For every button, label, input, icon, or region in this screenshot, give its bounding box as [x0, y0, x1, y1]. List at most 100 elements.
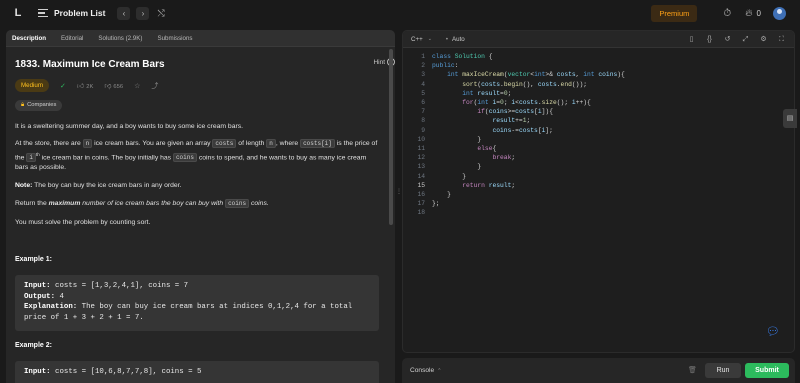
fullscreen-icon[interactable]: ⛶: [777, 35, 786, 44]
problem-tabs: Description Editorial Solutions (2.9K) S…: [6, 30, 395, 47]
line-number: 1: [421, 53, 425, 60]
save-icon: •: [445, 36, 449, 43]
trash-icon[interactable]: 🗑︎: [688, 366, 697, 374]
console-toggle[interactable]: Console ⌃: [410, 367, 441, 374]
code-line: sort(costs.begin(), costs.end());: [462, 80, 588, 88]
chat-assistant-icon[interactable]: 💬︎: [766, 326, 780, 339]
fire-icon[interactable]: 🔥︎: [745, 8, 752, 19]
text: Return the: [15, 200, 49, 207]
example-2-box: Input: costs = [10,6,8,7,7,8], coins = 5: [15, 361, 379, 383]
panel-resize-handle[interactable]: ⋮: [396, 188, 402, 198]
editor-header: C++ ⌄ • Auto ▯ {} ↺ ⤢ ⚙ ⛶: [403, 31, 794, 48]
reset-icon[interactable]: ↺: [723, 35, 732, 44]
next-problem-button[interactable]: ›: [136, 6, 150, 20]
problem-list-link[interactable]: Problem List: [54, 8, 105, 18]
code-costs: costs: [212, 139, 237, 148]
like-count: 2K: [86, 84, 94, 90]
code-line: }: [432, 172, 467, 180]
text: of length: [236, 140, 267, 147]
braces-icon[interactable]: {}: [705, 35, 714, 44]
code-costs-i: costs[i]: [300, 139, 335, 148]
dislike-button[interactable]: 👎︎ 656: [104, 81, 123, 90]
code-line: return result;: [462, 181, 516, 189]
line-number: 10: [417, 135, 425, 143]
share-icon[interactable]: ⤴: [151, 81, 158, 91]
line-number: 12: [417, 154, 425, 162]
line-number: 5: [421, 89, 425, 97]
shuffle-icon[interactable]: ⤭: [157, 8, 164, 19]
explanation-text: The boy can buy ice cream bars at indice…: [77, 303, 353, 311]
timer-icon[interactable]: ⏱: [723, 8, 731, 19]
code-n: n: [82, 139, 93, 148]
streak-count: 0: [756, 8, 761, 18]
note-paragraph: Note: The boy can buy the ice cream bars…: [15, 181, 381, 192]
output-value: 4: [55, 292, 64, 301]
code-coins: coins: [172, 152, 197, 162]
companies-tag[interactable]: 🔒︎ Companies: [15, 100, 63, 111]
code-line: class Solution {: [432, 53, 493, 60]
problem-list-icon[interactable]: [38, 8, 48, 18]
line-number: 15: [417, 181, 425, 189]
tab-solutions[interactable]: Solutions (2.9K): [98, 35, 142, 42]
line-number: 11: [417, 145, 425, 152]
companies-label: Companies: [27, 102, 57, 108]
problem-title: 1833. Maximum Ice Cream Bars: [15, 59, 165, 70]
code-line: coins-=costs[i];: [492, 126, 553, 134]
line-number: 8: [421, 117, 425, 125]
lock-icon: 🔒︎: [21, 102, 25, 108]
code-line: int maxIceCream(vector<int>& costs, int …: [447, 71, 625, 79]
like-button[interactable]: 👍︎ 2K: [77, 81, 93, 90]
code-coins: coins: [225, 199, 250, 208]
dislike-count: 656: [113, 84, 124, 90]
chevron-down-icon: ⌄: [427, 36, 432, 42]
text: , where: [275, 140, 301, 147]
line-number: 13: [417, 163, 425, 171]
expand-icon[interactable]: ⤢: [741, 35, 750, 44]
gear-icon[interactable]: ⚙: [759, 35, 768, 44]
code-line: }: [432, 163, 482, 171]
bookmark-icon[interactable]: ▯: [687, 35, 696, 44]
input-value: costs = [10,6,8,7,7,8], coins = 5: [50, 368, 202, 376]
line-number: 18: [417, 209, 425, 217]
avatar[interactable]: [773, 6, 786, 20]
top-navigation-bar: L Problem List ‹ › ⤭ Premium ⏱ 🔥︎ 0: [0, 0, 800, 26]
premium-button[interactable]: Premium: [651, 4, 698, 22]
text: At the store, there are: [15, 140, 83, 147]
leetcode-logo-icon[interactable]: L: [12, 7, 24, 19]
text: ice cream bar in coins. The boy initiall…: [39, 153, 173, 161]
code-line: for(int i=0; i<costs.size(); i++){: [462, 99, 591, 106]
explanation-label: Explanation:: [24, 303, 78, 311]
line-number: 14: [417, 172, 425, 180]
hint-label: Hint: [373, 59, 385, 66]
tab-description[interactable]: Description: [12, 35, 46, 42]
code-line: }: [432, 191, 451, 198]
prev-problem-button[interactable]: ‹: [117, 6, 131, 20]
input-label: Input:: [24, 368, 51, 376]
description-paragraph-1: It is a sweltering summer day, and a boy…: [15, 123, 244, 130]
hint-button[interactable]: Hint: [373, 59, 385, 66]
code-line: public:: [432, 62, 459, 70]
console-label: Console: [410, 367, 435, 374]
solved-check-icon: ✓: [60, 82, 66, 90]
run-button[interactable]: Run: [705, 363, 741, 378]
counting-sort-paragraph: You must solve the problem by counting s…: [15, 219, 151, 226]
language-label: C++: [411, 35, 423, 43]
difficulty-badge: Medium: [15, 79, 50, 92]
note-label: Note:: [15, 182, 33, 189]
submit-button[interactable]: Submit: [745, 363, 789, 378]
code-line: break;: [492, 154, 516, 162]
language-select[interactable]: C++ ⌄: [411, 36, 432, 43]
example-2-heading: Example 2:: [15, 342, 52, 349]
example-1-box: Input: costs = [1,3,2,4,1], coins = 7 Ou…: [15, 275, 379, 331]
tab-submissions[interactable]: Submissions: [157, 35, 192, 42]
line-number: 3: [421, 71, 425, 79]
notes-side-tab-icon[interactable]: ▤: [783, 109, 797, 128]
text-italic: number of ice cream bars the boy can buy…: [80, 200, 226, 207]
code-line: else{: [477, 145, 497, 152]
tab-editorial[interactable]: Editorial: [61, 35, 83, 42]
star-icon[interactable]: ☆: [134, 82, 140, 90]
code-n: n: [266, 139, 276, 148]
code-editor-panel: C++ ⌄ • Auto ▯ {} ↺ ⤢ ⚙ ⛶ 1 2 3 4 5 6 7 8 …: [402, 30, 795, 353]
description-scrollbar[interactable]: [389, 49, 393, 225]
problem-description: 1833. Maximum Ice Cream Bars Hint Medium…: [15, 58, 395, 383]
